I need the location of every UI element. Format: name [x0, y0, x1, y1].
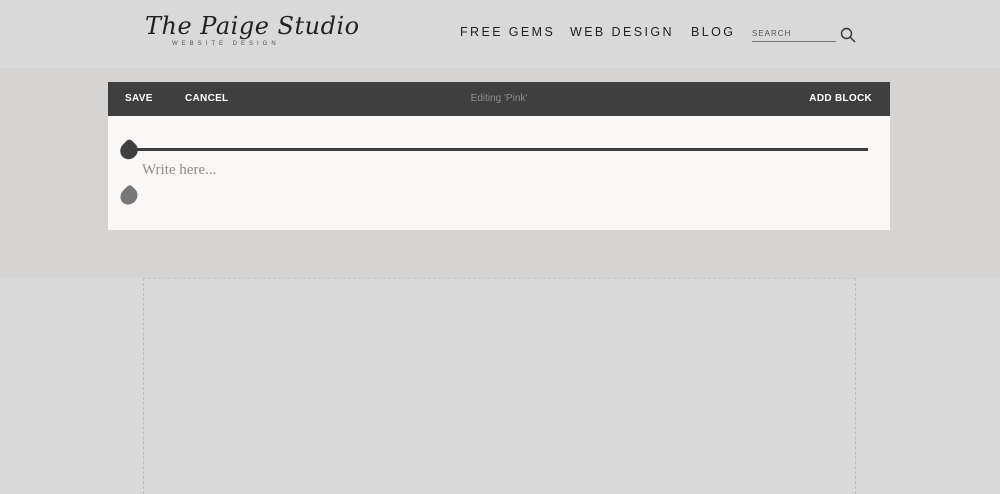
divider-line	[130, 148, 868, 151]
edit-toolbar: SAVE CANCEL Editing 'Pink' ADD BLOCK	[108, 82, 890, 116]
site-header: The Paige Studio WEBSITE DESIGN FREE GEM…	[0, 0, 1000, 68]
editing-status: Editing 'Pink'	[470, 93, 528, 104]
search-icon[interactable]	[840, 27, 856, 43]
text-block-input[interactable]: Write here...	[142, 162, 842, 184]
logo-script: The Paige Studio	[145, 12, 360, 40]
site-logo[interactable]: The Paige Studio WEBSITE DESIGN	[145, 12, 359, 52]
content-frame	[143, 278, 856, 494]
insert-point-handle[interactable]	[116, 183, 142, 209]
search	[752, 26, 858, 44]
add-block-button[interactable]: ADD BLOCK	[809, 93, 872, 104]
search-input[interactable]	[752, 26, 836, 42]
logo-subtitle: WEBSITE DESIGN	[172, 41, 280, 47]
nav-free-gems[interactable]: FREE GEMS	[460, 25, 555, 39]
nav-blog[interactable]: BLOG	[691, 25, 735, 39]
nav-web-design[interactable]: WEB DESIGN	[570, 25, 674, 39]
block-handle[interactable]	[116, 138, 142, 163]
editor-panel: Write here...	[108, 116, 890, 230]
